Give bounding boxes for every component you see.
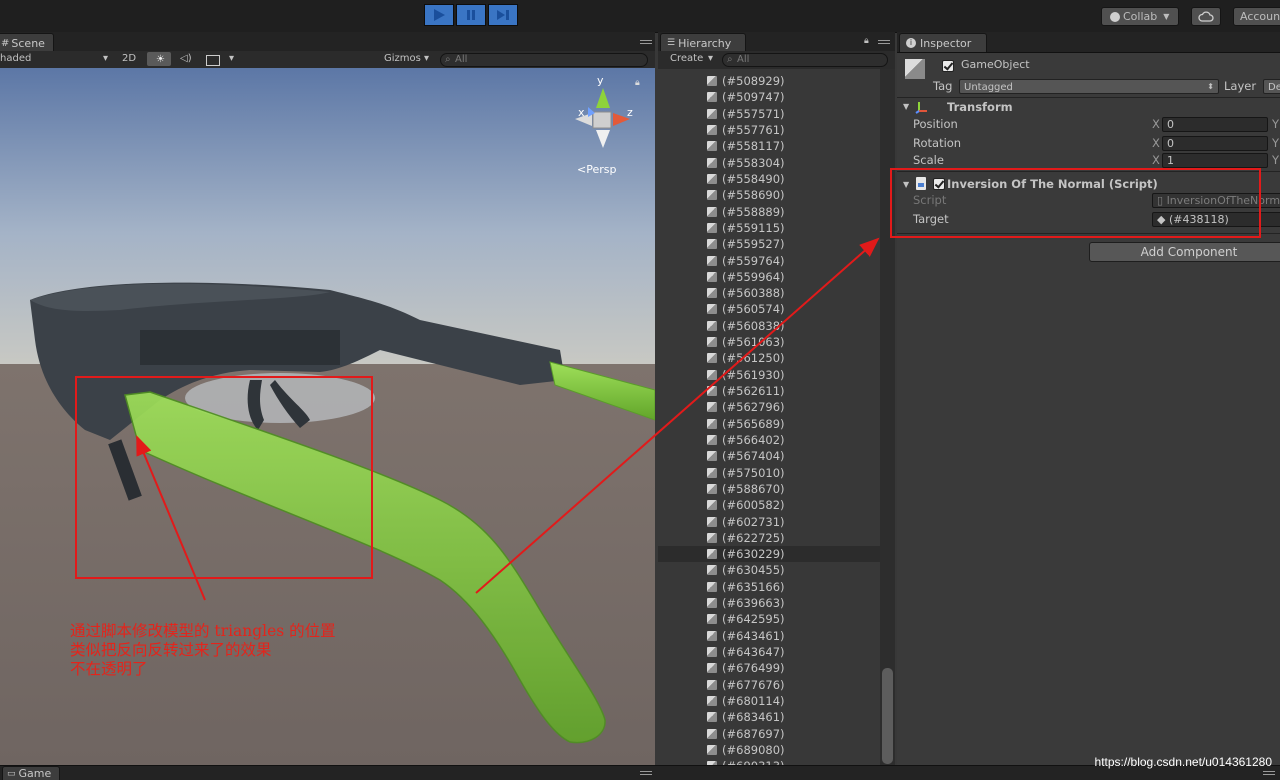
annotation-line-2: 类似把反向反转过来了的效果 [70, 641, 272, 659]
annotation-line-3: 不在透明了 [70, 660, 148, 678]
arrow-to-script [475, 237, 880, 594]
annotation-arrows [136, 237, 880, 601]
arrow-to-model [136, 435, 206, 601]
annotation-line-1: 通过脚本修改模型的 triangles 的位置 [70, 622, 336, 640]
watermark-url: https://blog.csdn.net/u014361280 [1094, 755, 1272, 769]
